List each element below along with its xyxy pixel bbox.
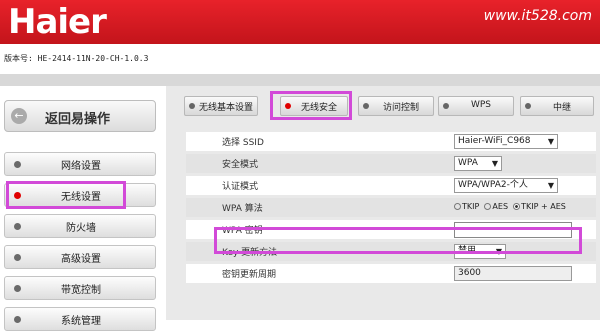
sidebar-item-label: 防火墙: [66, 223, 96, 234]
form-row-ssid: 选择 SSID Haier-WiFi_C968 ▼: [186, 132, 596, 151]
form-row-key-period: 密钥更新周期 3600: [186, 264, 596, 283]
wpa-algorithm-label: WPA 算法: [222, 204, 263, 214]
haier-logo: Haier: [8, 2, 107, 42]
firmware-version: 版本号: HE-2414-11N-20-CH-1.0.3: [4, 54, 149, 63]
sidebar-item-label: 网络设置: [61, 161, 101, 172]
back-button-label: 返回易操作: [45, 112, 111, 127]
back-arrow-icon: ←: [11, 108, 27, 124]
tab-label: 访问控制: [382, 103, 419, 113]
sidebar-item-firewall[interactable]: 防火墙: [4, 214, 156, 238]
bullet-icon: [189, 103, 195, 109]
auth-mode-select[interactable]: WPA/WPA2-个人 ▼: [454, 178, 558, 193]
tab-label: WPS: [470, 100, 492, 110]
radio-label: TKIP: [462, 202, 480, 211]
sidebar: ← 返回易操作 网络设置 无线设置 防火墙 高级设置 带宽控制 系统管理: [0, 86, 166, 331]
main-panel: 无线基本设置 无线安全 访问控制 WPS 中继 选择 SSID Haier-Wi…: [166, 86, 600, 320]
highlight-box: [6, 181, 126, 209]
wpa-algorithm-radios: TKIP AES TKIP + AES: [454, 202, 566, 211]
sidebar-item-network[interactable]: 网络设置: [4, 152, 156, 176]
ssid-label: 选择 SSID: [222, 138, 264, 148]
highlight-box: [270, 91, 352, 120]
sidebar-item-bandwidth[interactable]: 带宽控制: [4, 276, 156, 300]
radio-tkip-aes[interactable]: [513, 203, 521, 210]
form-row-wpa-algorithm: WPA 算法 TKIP AES TKIP + AES: [186, 198, 596, 217]
tab-wireless-basic[interactable]: 无线基本设置: [184, 96, 258, 116]
form-row-auth-mode: 认证模式 WPA/WPA2-个人 ▼: [186, 176, 596, 195]
ssid-value: Haier-WiFi_C968: [458, 136, 531, 146]
security-mode-value: WPA: [458, 158, 478, 168]
radio-aes[interactable]: [484, 203, 492, 210]
auth-mode-value: WPA/WPA2-个人: [458, 180, 528, 190]
form-row-security-mode: 安全模式 WPA ▼: [186, 154, 596, 173]
ssid-select[interactable]: Haier-WiFi_C968 ▼: [454, 134, 558, 149]
radio-label: AES: [492, 202, 509, 211]
header-bar: Haier www.it528.com: [0, 0, 600, 44]
highlight-box: [214, 227, 582, 254]
bullet-icon: [363, 103, 369, 109]
security-mode-select[interactable]: WPA ▼: [454, 156, 502, 171]
radio-label: TKIP + AES: [521, 202, 566, 211]
dropdown-arrow-icon: ▼: [547, 137, 554, 146]
auth-mode-label: 认证模式: [222, 182, 259, 192]
sidebar-item-label: 带宽控制: [61, 285, 101, 296]
sidebar-item-system[interactable]: 系统管理: [4, 307, 156, 331]
tab-access-control[interactable]: 访问控制: [358, 96, 434, 116]
tab-label: 无线基本设置: [198, 103, 253, 113]
sidebar-item-advanced[interactable]: 高级设置: [4, 245, 156, 269]
divider-band: [0, 74, 600, 86]
dropdown-arrow-icon: ▼: [491, 159, 498, 168]
security-mode-label: 安全模式: [222, 160, 259, 170]
watermark: www.it528.com: [483, 8, 592, 24]
key-period-input[interactable]: 3600: [454, 266, 572, 281]
bullet-icon: [443, 103, 449, 109]
back-to-easy-mode-button[interactable]: ← 返回易操作: [4, 100, 156, 132]
sidebar-item-label: 高级设置: [61, 254, 101, 265]
radio-tkip[interactable]: [454, 203, 461, 210]
key-period-label: 密钥更新周期: [222, 270, 277, 280]
tab-wps[interactable]: WPS: [438, 96, 514, 116]
dropdown-arrow-icon: ▼: [547, 181, 554, 190]
tab-repeater[interactable]: 中继: [520, 96, 594, 116]
tab-label: 中继: [552, 103, 571, 113]
bullet-icon: [525, 103, 531, 109]
